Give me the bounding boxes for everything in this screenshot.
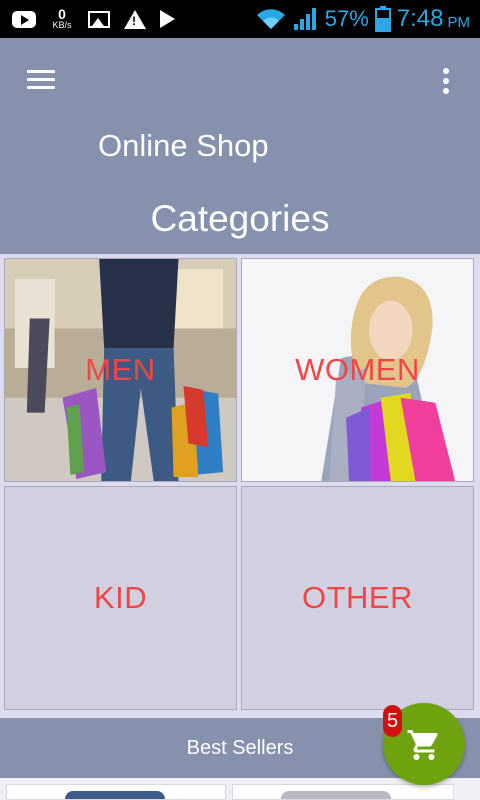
clock-ampm: PM — [447, 13, 471, 31]
youtube-icon — [12, 10, 36, 28]
cart-count-badge: 5 — [383, 705, 402, 737]
category-men-tile[interactable]: MEN — [4, 258, 237, 482]
hamburger-menu-icon[interactable] — [27, 68, 57, 92]
play-store-icon — [160, 10, 175, 28]
category-women-label: WOMEN — [295, 352, 420, 387]
wifi-icon — [256, 9, 285, 29]
product-card[interactable] — [6, 784, 226, 800]
product-card[interactable] — [232, 784, 454, 800]
more-vertical-icon[interactable] — [438, 67, 454, 95]
signal-icon — [293, 8, 316, 30]
categories-grid: MEN WOMEN KID OTHER — [0, 254, 480, 718]
category-other-tile[interactable]: OTHER — [241, 486, 474, 710]
product-thumbnail — [65, 791, 165, 799]
product-thumbnail — [281, 791, 391, 799]
best-sellers-label: Best Sellers — [186, 736, 294, 759]
section-title: Categories — [150, 198, 330, 239]
clock-time: 7:48 — [396, 5, 444, 32]
category-men-label: MEN — [85, 352, 156, 387]
app-title: Online Shop — [98, 128, 269, 163]
shopping-cart-icon — [407, 730, 438, 760]
battery-icon — [374, 6, 391, 32]
category-kid-label: KID — [93, 580, 148, 615]
gallery-icon — [88, 10, 110, 28]
network-speed: 0 KB/s — [52, 6, 72, 30]
app-bar: Online Shop Categories — [0, 38, 480, 254]
category-women-tile[interactable]: WOMEN — [241, 258, 474, 482]
status-bar: 0 KB/s ! 57% 7:48 PM — [0, 0, 480, 38]
category-kid-tile[interactable]: KID — [4, 486, 237, 710]
category-other-label: OTHER — [302, 580, 413, 615]
warning-icon: ! — [124, 9, 146, 29]
battery-percent: 57% — [324, 6, 369, 31]
